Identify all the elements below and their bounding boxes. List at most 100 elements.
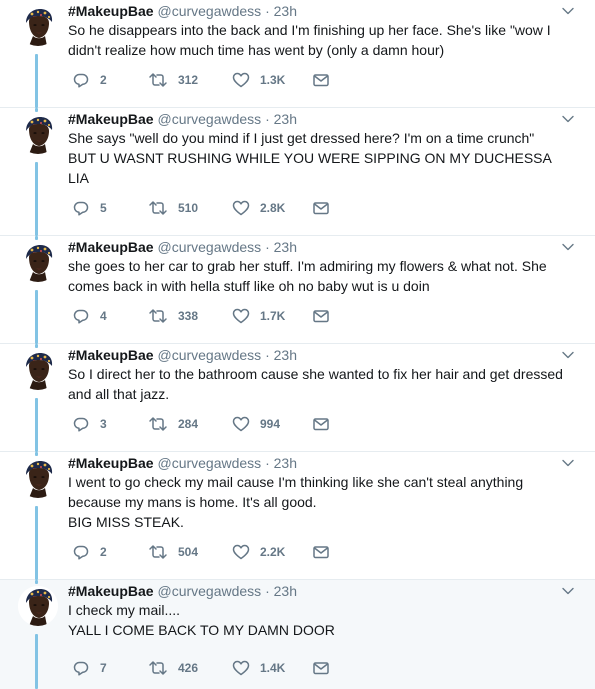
tweet[interactable]: #MakeupBae @curvegawdess · 23h So I dire… (0, 344, 595, 452)
envelope-icon (312, 415, 330, 433)
tweet-text-line: didn't realize how much time has went by… (68, 42, 445, 58)
reply-button[interactable]: 7 (72, 658, 107, 678)
tweet[interactable]: #MakeupBae @curvegawdess · 23h I went to… (0, 452, 595, 580)
tweet-text-line: BIG MISS STEAK. (68, 514, 184, 530)
chevron-down-icon[interactable] (561, 584, 575, 598)
reply-count: 5 (100, 201, 107, 215)
user-handle[interactable]: @curvegawdess (157, 455, 261, 471)
user-handle[interactable]: @curvegawdess (157, 347, 261, 363)
tweet-text: she goes to her car to grab her stuff. I… (68, 256, 568, 296)
chevron-down-icon[interactable] (561, 4, 575, 18)
retweet-button[interactable]: 510 (148, 198, 198, 218)
avatar[interactable] (18, 114, 58, 154)
timestamp[interactable]: 23h (274, 239, 297, 255)
timestamp[interactable]: 23h (274, 347, 297, 363)
tweet[interactable]: #MakeupBae @curvegawdess · 23h she goes … (0, 236, 595, 344)
reply-button[interactable]: 2 (72, 70, 107, 90)
reply-button[interactable]: 4 (72, 306, 107, 326)
reply-icon (72, 71, 90, 89)
display-name[interactable]: #MakeupBae (68, 455, 154, 471)
avatar[interactable] (18, 6, 58, 46)
like-button[interactable]: 2.8K (232, 198, 285, 218)
chevron-down-icon[interactable] (561, 456, 575, 470)
thread-line (35, 108, 38, 112)
tweet-text-line: She says "well do you mind if I just get… (68, 130, 535, 146)
tweet[interactable]: #MakeupBae @curvegawdess · 23h She says … (0, 108, 595, 236)
reply-count: 2 (100, 545, 107, 559)
user-handle[interactable]: @curvegawdess (157, 3, 261, 19)
like-button[interactable]: 1.4K (232, 658, 285, 678)
envelope-icon (312, 543, 330, 561)
user-handle[interactable]: @curvegawdess (157, 111, 261, 127)
retweet-count: 504 (178, 545, 199, 559)
retweet-count: 338 (178, 309, 199, 323)
chevron-down-icon[interactable] (561, 112, 575, 126)
tweet-text: So he disappears into the back and I'm f… (68, 20, 568, 60)
avatar[interactable] (18, 242, 58, 282)
tweet-actions: 3 284 994 (68, 414, 468, 434)
display-name[interactable]: #MakeupBae (68, 3, 154, 19)
like-button[interactable]: 994 (232, 414, 280, 434)
like-button[interactable]: 1.3K (232, 70, 285, 90)
like-button[interactable]: 2.2K (232, 542, 285, 562)
retweet-button[interactable]: 284 (148, 414, 198, 434)
like-count: 1.4K (260, 661, 286, 675)
timestamp[interactable]: 23h (274, 3, 297, 19)
avatar[interactable] (18, 458, 58, 498)
separator-dot: · (265, 347, 270, 363)
tweet-header: #MakeupBae @curvegawdess · 23h (68, 2, 297, 20)
separator-dot: · (265, 583, 270, 599)
reply-icon (72, 307, 90, 325)
reply-count: 4 (100, 309, 107, 323)
direct-message-button[interactable] (312, 306, 330, 326)
tweet-actions: 2 312 1.3K (68, 70, 468, 90)
tweet-text-line: because my mans is home. It's all good. (68, 494, 317, 510)
reply-count: 3 (100, 417, 107, 431)
tweet-text: I check my mail.... YALL I COME BACK TO … (68, 600, 568, 640)
direct-message-button[interactable] (312, 198, 330, 218)
tweet-actions: 7 426 1.4K (68, 658, 468, 678)
heart-icon (232, 543, 250, 561)
like-count: 994 (260, 417, 281, 431)
like-count: 2.2K (260, 545, 286, 559)
chevron-down-icon[interactable] (561, 348, 575, 362)
reply-button[interactable]: 5 (72, 198, 107, 218)
direct-message-button[interactable] (312, 658, 330, 678)
direct-message-button[interactable] (312, 542, 330, 562)
chevron-down-icon[interactable] (561, 240, 575, 254)
tweet-actions: 4 338 1.7K (68, 306, 468, 326)
retweet-button[interactable]: 338 (148, 306, 198, 326)
display-name[interactable]: #MakeupBae (68, 583, 154, 599)
retweet-button[interactable]: 312 (148, 70, 198, 90)
timestamp[interactable]: 23h (274, 455, 297, 471)
user-handle[interactable]: @curvegawdess (157, 239, 261, 255)
timestamp[interactable]: 23h (274, 111, 297, 127)
reply-button[interactable]: 3 (72, 414, 107, 434)
tweet-header: #MakeupBae @curvegawdess · 23h (68, 582, 297, 600)
like-button[interactable]: 1.7K (232, 306, 285, 326)
avatar[interactable] (18, 586, 58, 626)
reply-count: 7 (100, 661, 107, 675)
tweet-text-line: YALL I COME BACK TO MY DAMN DOOR (68, 622, 335, 638)
tweet[interactable]: #MakeupBae @curvegawdess · 23h So he dis… (0, 0, 595, 108)
user-handle[interactable]: @curvegawdess (157, 583, 261, 599)
direct-message-button[interactable] (312, 70, 330, 90)
display-name[interactable]: #MakeupBae (68, 239, 154, 255)
tweet-header: #MakeupBae @curvegawdess · 23h (68, 454, 297, 472)
retweet-button[interactable]: 504 (148, 542, 198, 562)
thread-line (35, 344, 38, 348)
tweet[interactable]: #MakeupBae @curvegawdess · 23h I check m… (0, 580, 595, 689)
tweet-actions: 5 510 2.8K (68, 198, 468, 218)
retweet-count: 284 (178, 417, 199, 431)
timestamp[interactable]: 23h (274, 583, 297, 599)
reply-icon (72, 543, 90, 561)
avatar[interactable] (18, 350, 58, 390)
direct-message-button[interactable] (312, 414, 330, 434)
separator-dot: · (265, 111, 270, 127)
reply-button[interactable]: 2 (72, 542, 107, 562)
retweet-icon (148, 71, 168, 89)
display-name[interactable]: #MakeupBae (68, 111, 154, 127)
retweet-button[interactable]: 426 (148, 658, 198, 678)
display-name[interactable]: #MakeupBae (68, 347, 154, 363)
tweet-text-line: So I direct her to the bathroom cause sh… (68, 366, 563, 382)
